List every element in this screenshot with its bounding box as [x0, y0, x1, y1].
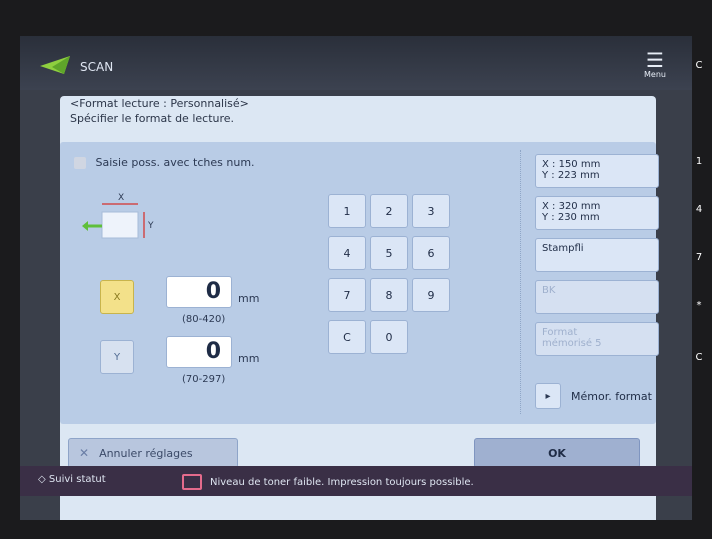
- x-value: 0: [205, 279, 221, 304]
- preset-2-line1: X : 320 mm: [542, 201, 601, 212]
- memorize-format-button[interactable]: ▸ Mémor. format: [535, 378, 659, 414]
- app-title: SCAN: [80, 60, 114, 74]
- key-8[interactable]: 8: [370, 278, 408, 312]
- y-value: 0: [205, 339, 221, 364]
- side-key-star[interactable]: *: [686, 300, 712, 311]
- preset-3-line1: Stampfli: [542, 243, 584, 254]
- x-axis-button[interactable]: X: [100, 280, 134, 314]
- status-monitor-button[interactable]: ◇ Suivi statut: [38, 474, 106, 485]
- preset-button-4[interactable]: BK: [535, 280, 659, 314]
- cancel-settings-button[interactable]: ✕ Annuler réglages: [68, 438, 238, 468]
- numeric-hint: Saisie poss. avec tches num.: [74, 156, 255, 169]
- preset-1-line1: X : 150 mm: [542, 159, 601, 170]
- status-monitor-label: Suivi statut: [48, 474, 106, 485]
- scan-logo-icon: [40, 56, 70, 74]
- memorize-icon: ▸: [535, 383, 561, 409]
- y-unit: mm: [238, 352, 260, 365]
- input-panel: Saisie poss. avec tches num. X Y X 0 mm …: [60, 142, 659, 424]
- preset-5-line1: Format: [542, 327, 578, 338]
- y-axis-label: Y: [113, 351, 121, 363]
- preset-5-line2: mémorisé 5: [542, 338, 602, 349]
- side-key-4[interactable]: 4: [686, 204, 712, 215]
- toner-warning-text: Niveau de toner faible. Impression toujo…: [210, 476, 474, 488]
- preset-button-1[interactable]: X : 150 mm Y : 223 mm: [535, 154, 659, 188]
- x-range: (80-420): [182, 314, 226, 325]
- preset-button-3[interactable]: Stampfli: [535, 238, 659, 272]
- numeric-hint-text: Saisie poss. avec tches num.: [95, 156, 255, 169]
- key-3[interactable]: 3: [412, 194, 450, 228]
- side-key-c[interactable]: C: [686, 352, 712, 363]
- toner-warning: Niveau de toner faible. Impression toujo…: [182, 474, 474, 490]
- preset-column: X : 150 mm Y : 223 mm X : 320 mm Y : 230…: [520, 150, 659, 414]
- y-axis-button[interactable]: Y: [100, 340, 134, 374]
- key-7[interactable]: 7: [328, 278, 366, 312]
- top-bar: SCAN ☰ Menu: [20, 36, 692, 90]
- preset-4-line1: BK: [542, 285, 556, 296]
- key-1[interactable]: 1: [328, 194, 366, 228]
- status-monitor-icon: ◇: [38, 474, 46, 485]
- key-2[interactable]: 2: [370, 194, 408, 228]
- key-9[interactable]: 9: [412, 278, 450, 312]
- key-clear[interactable]: C: [328, 320, 366, 354]
- x-unit: mm: [238, 292, 260, 305]
- toner-warning-icon: [182, 474, 202, 490]
- keypad-hint-icon: [74, 157, 86, 169]
- key-5[interactable]: 5: [370, 236, 408, 270]
- diagram-x-label: X: [118, 193, 124, 203]
- side-key-7[interactable]: 7: [686, 252, 712, 263]
- menu-icon: ☰: [646, 48, 664, 72]
- scan-format-dialog: <Format lecture : Personnalisé> Spécifie…: [60, 96, 659, 520]
- cancel-label: Annuler réglages: [99, 446, 193, 460]
- close-icon: ✕: [79, 446, 90, 460]
- preset-1-line2: Y : 223 mm: [542, 170, 600, 181]
- key-0[interactable]: 0: [370, 320, 408, 354]
- instructions: <Format lecture : Personnalisé> Spécifie…: [70, 96, 249, 126]
- key-4[interactable]: 4: [328, 236, 366, 270]
- preset-button-2[interactable]: X : 320 mm Y : 230 mm: [535, 196, 659, 230]
- preset-2-line2: Y : 230 mm: [542, 212, 600, 223]
- x-value-field[interactable]: 0: [166, 276, 232, 308]
- right-hardware-keys: C 1 4 7 * C: [686, 60, 712, 480]
- format-diagram: X Y: [82, 193, 154, 239]
- y-range: (70-297): [182, 374, 226, 385]
- memorize-label: Mémor. format: [571, 389, 652, 403]
- side-key-top[interactable]: C: [686, 60, 712, 71]
- diagram-y-label: Y: [147, 221, 154, 231]
- bottom-actions: ✕ Annuler réglages OK: [60, 430, 656, 468]
- ok-button[interactable]: OK: [474, 438, 640, 468]
- format-instruction: Spécifier le format de lecture.: [70, 112, 235, 125]
- key-6[interactable]: 6: [412, 236, 450, 270]
- menu-label: Menu: [644, 70, 666, 79]
- status-bar: ◇ Suivi statut Niveau de toner faible. I…: [20, 466, 692, 496]
- x-axis-label: X: [113, 291, 121, 303]
- y-value-field[interactable]: 0: [166, 336, 232, 368]
- menu-button[interactable]: ☰ Menu: [638, 50, 672, 84]
- printer-screen: SCAN ☰ Menu <Format lecture : Personnali…: [20, 36, 692, 520]
- format-title: <Format lecture : Personnalisé>: [70, 97, 249, 110]
- side-key-1[interactable]: 1: [686, 156, 712, 167]
- ok-label: OK: [548, 446, 566, 460]
- preset-button-5[interactable]: Format mémorisé 5: [535, 322, 659, 356]
